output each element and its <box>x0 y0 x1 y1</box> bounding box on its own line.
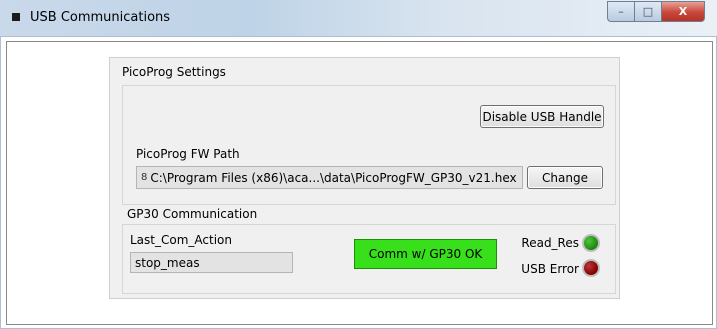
picoprog-section-title: PicoProg Settings <box>122 65 226 79</box>
file-path-icon: 8 <box>141 172 148 183</box>
fw-path-value: C:\Program Files (x86)\aca...\data\PicoP… <box>150 170 517 185</box>
last-com-action-label: Last_Com_Action <box>130 233 232 247</box>
close-icon: X <box>678 5 688 18</box>
main-panel: PicoProg Settings Disable USB Handle Pic… <box>109 57 620 299</box>
fw-path-field[interactable]: 8 C:\Program Files (x86)\aca...\data\Pic… <box>136 166 523 189</box>
maximize-button[interactable]: □ <box>634 1 661 22</box>
usb-error-label: USB Error <box>521 262 579 276</box>
usb-error-led-icon <box>582 259 600 277</box>
minimize-button[interactable]: – <box>607 1 634 22</box>
window-title: USB Communications <box>30 10 171 25</box>
disable-usb-handle-button[interactable]: Disable USB Handle <box>480 105 604 128</box>
read-res-label: Read_Res <box>521 236 579 250</box>
comm-status-indicator: Comm w/ GP30 OK <box>354 239 497 269</box>
maximize-icon: □ <box>642 5 654 18</box>
app-icon <box>12 13 20 21</box>
window-controls: – □ X <box>607 1 705 22</box>
change-button[interactable]: Change <box>527 166 603 189</box>
close-button[interactable]: X <box>661 1 705 22</box>
gp30-section-title: GP30 Communication <box>127 207 258 221</box>
minimize-icon: – <box>618 5 624 18</box>
last-com-action-field: stop_meas <box>130 252 293 273</box>
fw-path-label: PicoProg FW Path <box>136 147 240 161</box>
last-com-action-value: stop_meas <box>135 255 200 270</box>
read-res-led-icon <box>582 234 600 252</box>
title-bar[interactable]: USB Communications – □ X <box>0 0 717 37</box>
